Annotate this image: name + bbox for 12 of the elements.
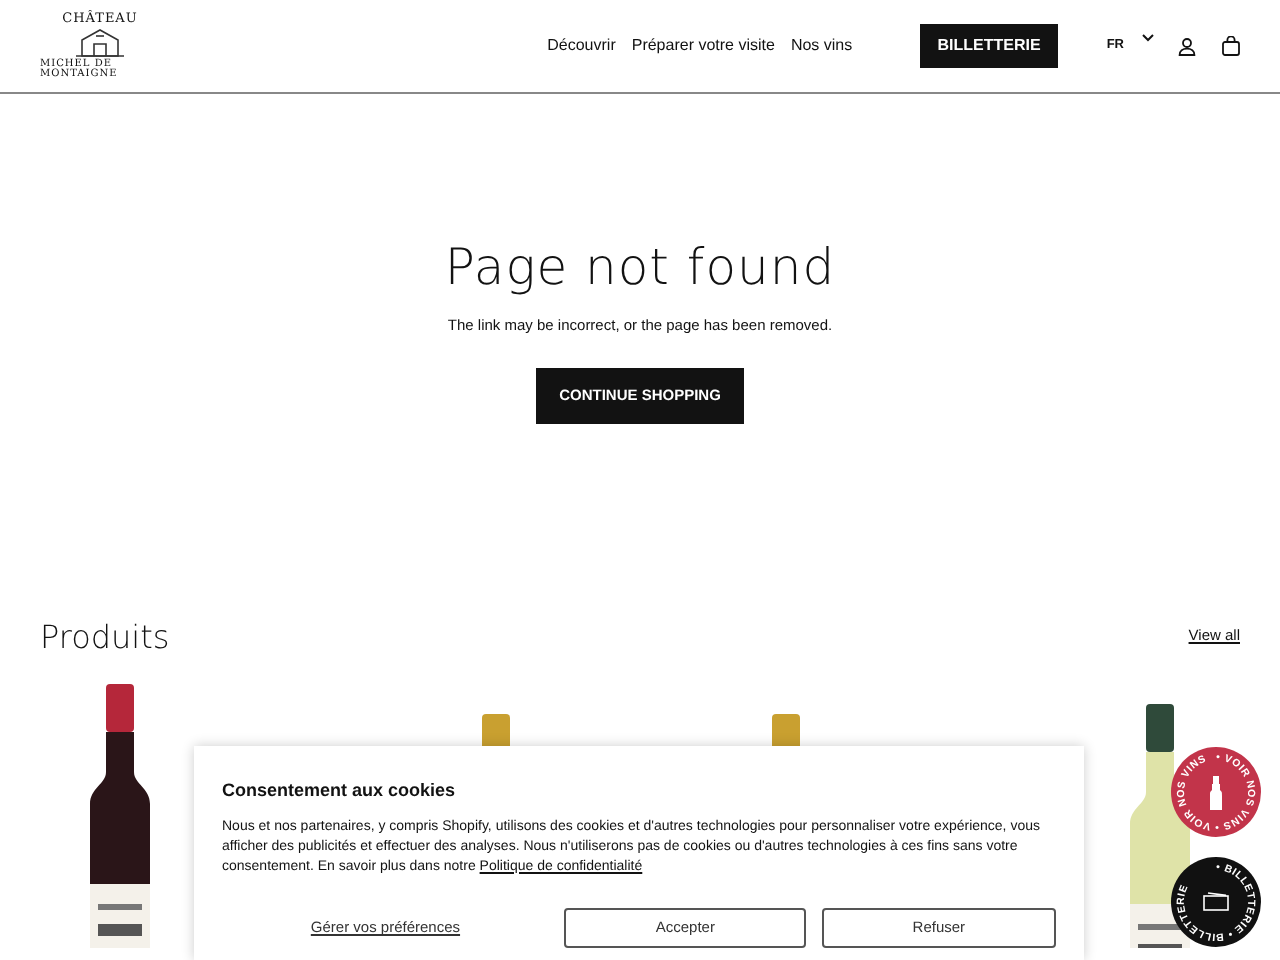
dialog-title: Consentement aux cookies bbox=[222, 778, 458, 804]
account-icon[interactable] bbox=[1178, 37, 1196, 55]
nav-link[interactable]: Nos vins bbox=[790, 34, 853, 58]
chevron-down-icon[interactable] bbox=[1142, 34, 1154, 42]
bottle-icon bbox=[1210, 776, 1222, 810]
ticket-button[interactable]: BILLETTERIE bbox=[919, 24, 1059, 68]
nav-link[interactable]: Découvrir bbox=[547, 34, 616, 58]
chateau-icon bbox=[70, 26, 130, 59]
nav-link[interactable]: Préparer votre visite bbox=[631, 34, 775, 58]
cart-icon[interactable] bbox=[1222, 36, 1240, 56]
section-heading: Produits bbox=[40, 617, 170, 656]
page-title: Page not found bbox=[442, 238, 838, 298]
